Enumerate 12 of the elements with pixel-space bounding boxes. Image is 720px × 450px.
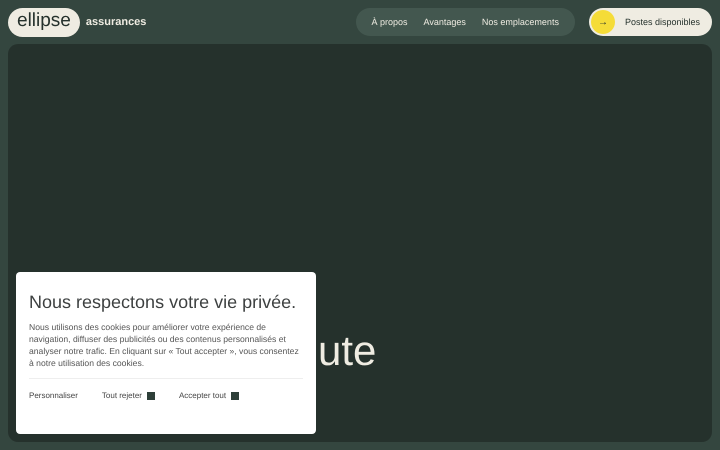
jobs-button[interactable]: → Postes disponibles <box>588 8 712 36</box>
hero-heading: ute <box>318 326 376 376</box>
nav-link[interactable]: Nos emplacements <box>482 17 559 27</box>
nav-link[interactable]: À propos <box>372 17 408 27</box>
dialog-title: Nous respectons votre vie privée. <box>29 292 298 313</box>
dialog-text: Nous utilisons des cookies pour améliorer votre expérience de navigation, diffuser des publicités ou des contenus personnalisés et analyser notre trafic. En cliquant sur « Tout accepter », vous consentez à notre utilisation des cookies. <box>29 321 300 369</box>
tagline: assurances <box>86 16 146 28</box>
dialog-button[interactable]: Accepter tout <box>178 391 240 400</box>
nav-link[interactable]: Avantages <box>424 17 466 27</box>
logo[interactable]: ellipse <box>8 8 80 36</box>
customize-link[interactable]: Personnaliser <box>29 391 78 400</box>
dialog-button[interactable]: Tout rejeter <box>102 391 155 400</box>
